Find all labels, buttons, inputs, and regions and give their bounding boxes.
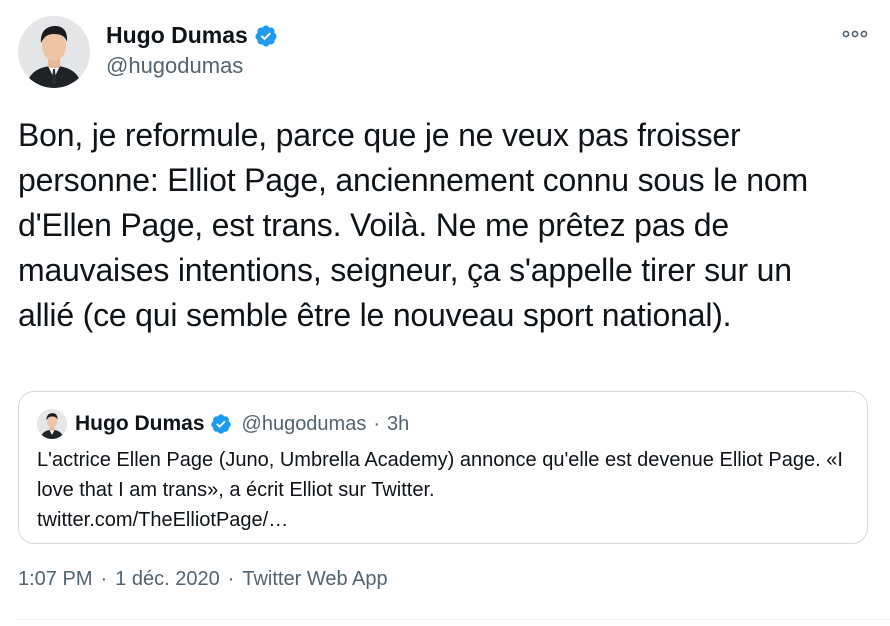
avatar[interactable] (18, 16, 90, 88)
divider (18, 619, 890, 620)
tweet-source[interactable]: Twitter Web App (242, 568, 387, 591)
quoted-text: L'actrice Ellen Page (Juno, Umbrella Aca… (37, 449, 843, 501)
meta-separator: · (100, 568, 108, 590)
more-options-button[interactable] (840, 22, 870, 46)
verified-badge-icon (210, 414, 231, 434)
quoted-tweet[interactable]: Hugo Dumas @hugodumas · 3h L'actrice Ell… (18, 391, 868, 544)
quoted-body: L'actrice Ellen Page (Juno, Umbrella Aca… (37, 445, 857, 535)
quoted-author-name: Hugo Dumas (75, 412, 205, 435)
author-handle[interactable]: @hugodumas (106, 53, 243, 79)
more-horizontal-icon (842, 30, 868, 38)
profile-photo-icon (18, 16, 90, 88)
quoted-separator: · (373, 412, 381, 435)
verified-badge-icon (255, 25, 277, 46)
quoted-link[interactable]: twitter.com/TheElliotPage/… (37, 509, 288, 531)
quoted-time[interactable]: 3h (387, 413, 409, 436)
profile-photo-icon (37, 409, 67, 439)
tweet-time[interactable]: 1:07 PM (18, 568, 92, 591)
tweet-text: Bon, je reformule, parce que je ne veux … (18, 117, 808, 333)
quoted-header: Hugo Dumas @hugodumas · 3h (75, 410, 409, 438)
tweet-metadata: 1:07 PM · 1 déc. 2020 · Twitter Web App (18, 568, 388, 591)
tweet-date[interactable]: 1 déc. 2020 (115, 568, 220, 591)
author-name[interactable]: Hugo Dumas (106, 22, 278, 49)
author-name-text[interactable]: Hugo Dumas (106, 22, 248, 49)
quoted-avatar (37, 409, 67, 439)
tweet: Hugo Dumas @hugodumas Bon, je reformule,… (0, 0, 890, 626)
quoted-author-handle: @hugodumas (241, 412, 367, 435)
meta-separator: · (227, 568, 235, 590)
